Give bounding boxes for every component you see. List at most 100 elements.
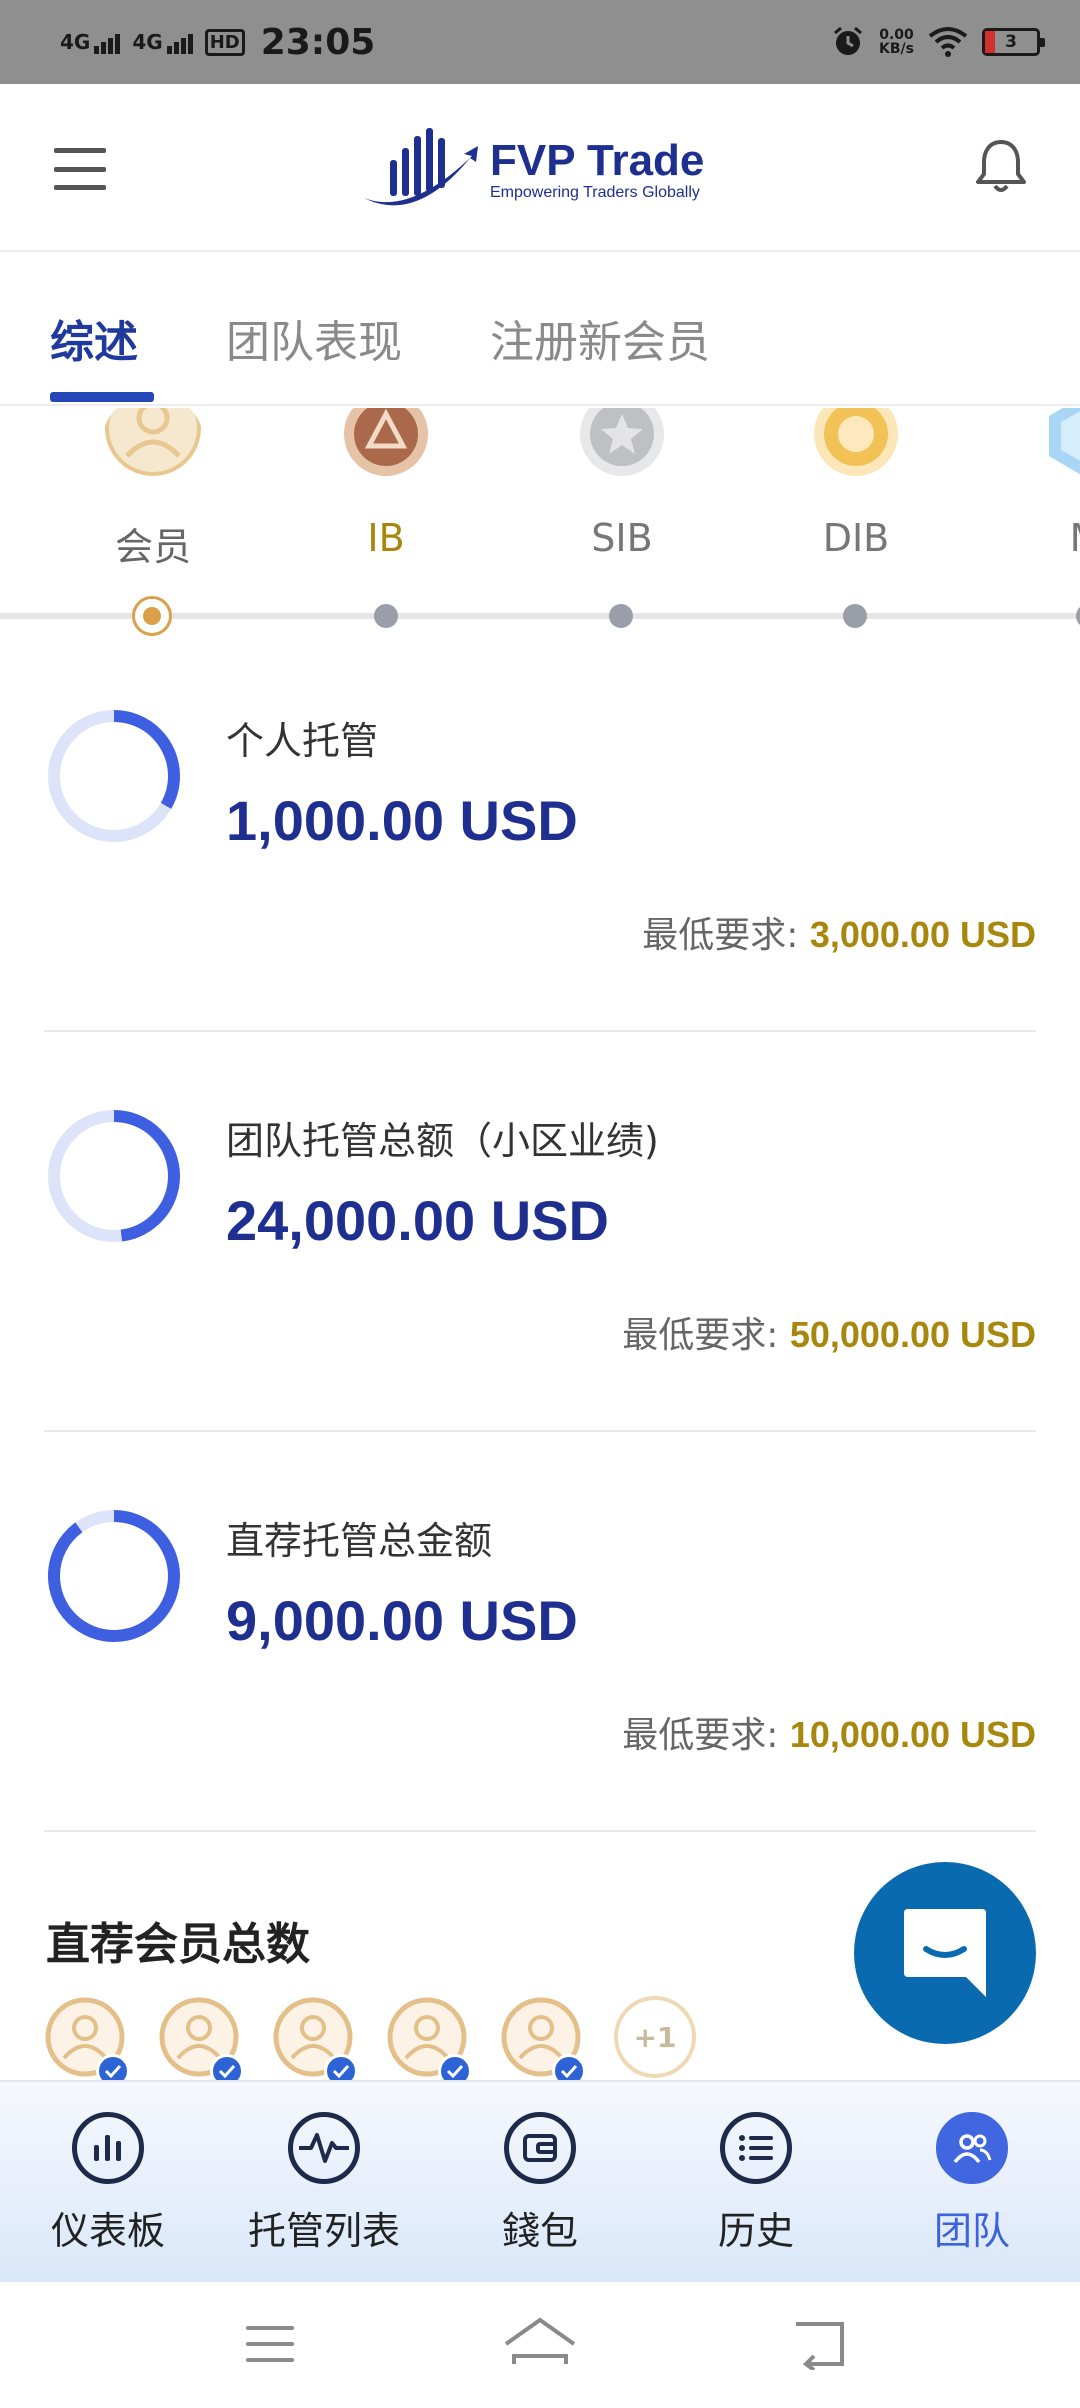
network-speed: 0.00 KB/s	[879, 28, 914, 56]
logo-title: FVP Trade	[490, 136, 705, 185]
progress-ring	[48, 1510, 180, 1642]
level-dot-sib[interactable]	[609, 604, 633, 628]
gold-badge-icon	[814, 408, 898, 476]
hd-voice-icon: HD	[204, 28, 245, 56]
stat-team-custody: 团队托管总额（小区业绩) 24,000.00 USD 最低要求: 50,000.…	[44, 1106, 1036, 1356]
stat-title: 个人托管	[226, 719, 379, 763]
app-header: FVP Trade Empowering Traders Globally	[0, 84, 1080, 252]
stat-title: 团队托管总额（小区业绩)	[226, 1119, 659, 1163]
avatar[interactable]	[44, 1996, 130, 2088]
minimum-value: 3,000.00 USD	[809, 914, 1036, 955]
alarm-icon	[834, 26, 862, 55]
nav-label: 托管列表	[247, 2209, 400, 2253]
chat-icon	[904, 1909, 986, 1997]
level-progress: 会员 IB SIB DIB M	[0, 408, 1080, 638]
bar-chart-icon	[72, 2112, 144, 2184]
member-avatars: +1	[44, 1996, 696, 2088]
battery-level: 3	[1005, 32, 1017, 52]
stat-value: 1,000.00 USD	[226, 789, 578, 852]
more-members-badge[interactable]: +1	[614, 1996, 696, 2078]
team-icon	[936, 2112, 1008, 2184]
bottom-navigation: 仪表板 托管列表 錢包 历史 团队	[0, 2080, 1080, 2282]
recent-apps-icon[interactable]	[244, 2322, 296, 2366]
pulse-icon	[288, 2112, 360, 2184]
progress-ring	[48, 1110, 180, 1242]
stat-minimum: 最低要求: 3,000.00 USD	[642, 906, 1036, 958]
nav-label: 錢包	[501, 2209, 578, 2253]
progress-ring	[48, 710, 180, 842]
divider	[44, 1430, 1036, 1432]
minimum-value: 10,000.00 USD	[789, 1714, 1036, 1755]
avatar[interactable]	[500, 1996, 586, 2088]
nav-custody-list[interactable]: 托管列表	[234, 2112, 414, 2255]
tab-register-member[interactable]: 注册新会员	[490, 306, 710, 370]
wifi-icon	[928, 27, 968, 57]
wallet-icon	[504, 2112, 576, 2184]
network-type-label: 4G	[132, 30, 163, 54]
minimum-value: 50,000.00 USD	[789, 1314, 1036, 1355]
diamond-badge-icon	[1049, 408, 1080, 475]
level-label: IB	[367, 516, 405, 560]
members-title: 直荐会员总数	[46, 1919, 310, 1970]
nav-wallet[interactable]: 錢包	[450, 2112, 630, 2255]
level-label: SIB	[591, 516, 653, 560]
level-m[interactable]: M	[1016, 408, 1080, 560]
level-dot-dib[interactable]	[843, 604, 867, 628]
speed-value: 0.00	[879, 27, 914, 43]
stat-personal-custody: 个人托管 1,000.00 USD 最低要求: 3,000.00 USD	[44, 706, 1036, 956]
silver-badge-icon	[580, 408, 664, 476]
tab-bar: 综述 团队表现 注册新会员	[0, 252, 1080, 406]
avatar[interactable]	[158, 1996, 244, 2088]
chat-button[interactable]	[854, 1862, 1036, 2044]
network-type-label: 4G	[60, 30, 91, 54]
level-label: 会员	[114, 525, 191, 569]
speed-unit: KB/s	[879, 41, 914, 57]
active-tab-indicator	[50, 392, 154, 402]
level-dot-member[interactable]	[132, 596, 172, 636]
level-ib[interactable]: IB	[316, 408, 456, 560]
avatar[interactable]	[386, 1996, 472, 2088]
level-dib[interactable]: DIB	[786, 408, 926, 560]
minimum-label: 最低要求:	[622, 1715, 790, 1756]
divider	[44, 1030, 1036, 1032]
level-dot-m[interactable]	[1076, 604, 1080, 628]
home-icon[interactable]	[502, 2316, 578, 2368]
level-label: DIB	[822, 516, 890, 560]
nav-team[interactable]: 团队	[882, 2112, 1062, 2255]
list-icon	[720, 2112, 792, 2184]
clock: 23:05	[260, 21, 376, 63]
tab-team-performance[interactable]: 团队表现	[226, 306, 402, 370]
menu-icon[interactable]	[54, 148, 106, 190]
cellular-signal-icon: 4G	[132, 30, 193, 54]
nav-history[interactable]: 历史	[666, 2112, 846, 2255]
minimum-label: 最低要求:	[622, 1315, 790, 1356]
stat-minimum: 最低要求: 50,000.00 USD	[622, 1306, 1036, 1358]
bell-icon[interactable]	[972, 136, 1030, 196]
stat-direct-custody: 直荐托管总金额 9,000.00 USD 最低要求: 10,000.00 USD	[44, 1506, 1036, 1756]
member-icon	[105, 408, 201, 476]
divider	[44, 1830, 1036, 1832]
tab-overview[interactable]: 综述	[50, 306, 138, 370]
system-navigation-bar	[0, 2282, 1080, 2408]
cellular-signal-icon: 4G	[60, 30, 121, 54]
level-dot-ib[interactable]	[374, 604, 398, 628]
status-bar: 4G 4G HD 23:05 0.00 KB/s 3	[0, 0, 1080, 84]
level-label: M	[1016, 516, 1080, 560]
bronze-badge-icon	[344, 408, 428, 476]
stat-value: 24,000.00 USD	[226, 1189, 609, 1252]
fvp-logo-icon	[364, 128, 478, 206]
level-member[interactable]: 会员	[83, 408, 223, 571]
app-logo: FVP Trade Empowering Traders Globally	[360, 120, 704, 220]
battery-icon: 3	[982, 28, 1045, 56]
avatar[interactable]	[272, 1996, 358, 2088]
level-sib[interactable]: SIB	[552, 408, 692, 560]
logo-subtitle: Empowering Traders Globally	[490, 184, 700, 201]
nav-label: 仪表板	[50, 2209, 165, 2253]
minimum-label: 最低要求:	[642, 915, 810, 956]
nav-dashboard[interactable]: 仪表板	[18, 2112, 198, 2255]
back-icon[interactable]	[792, 2318, 846, 2370]
nav-label: 团队	[933, 2209, 1010, 2253]
nav-label: 历史	[717, 2209, 794, 2253]
stat-minimum: 最低要求: 10,000.00 USD	[622, 1706, 1036, 1758]
stat-title: 直荐托管总金额	[226, 1519, 493, 1563]
